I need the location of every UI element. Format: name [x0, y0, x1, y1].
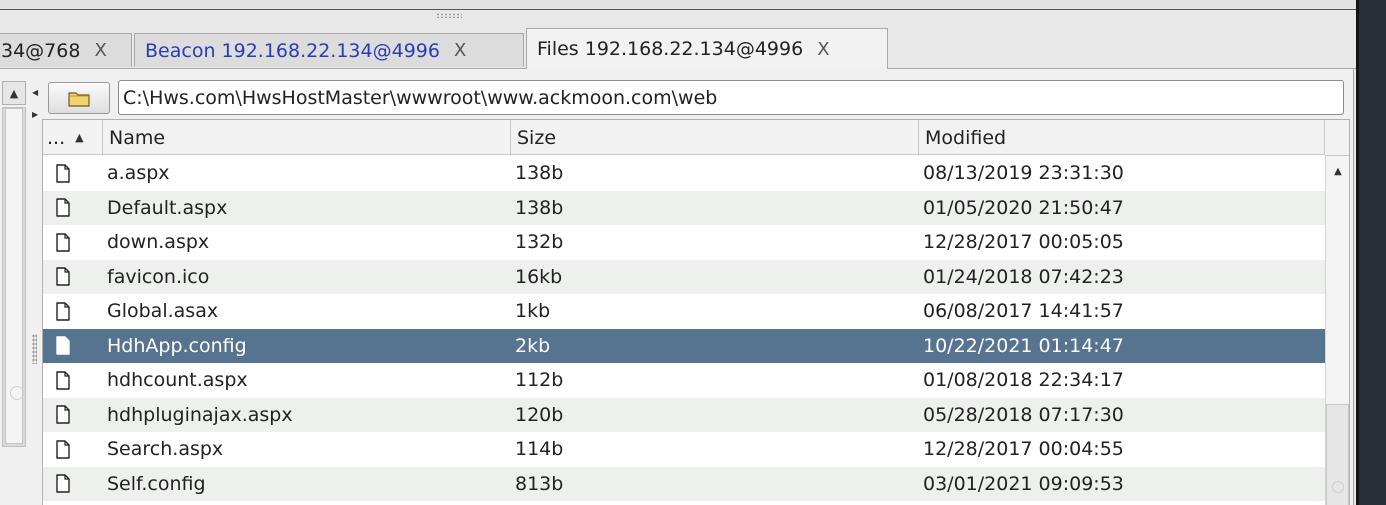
file-size: 813b — [515, 472, 564, 495]
grip-icon — [1332, 481, 1344, 493]
table-row[interactable]: Global.asax 1kb 06/08/2017 14:41:57 — [43, 294, 1325, 329]
file-name: hdhpluginajax.aspx — [107, 403, 293, 426]
tab-close-button[interactable]: X — [454, 40, 466, 61]
table-row[interactable]: a.aspx 138b 08/13/2019 23:31:30 — [43, 156, 1325, 191]
top-pane-edge — [0, 0, 1356, 10]
file-icon — [51, 225, 75, 260]
file-name: Global.asax — [107, 300, 219, 323]
file-modified: 01/08/2018 22:34:17 — [923, 369, 1124, 392]
tab-files[interactable]: Files 192.168.22.134@4996 X — [526, 28, 888, 69]
table-row[interactable]: Search.aspx 114b 12/28/2017 00:04:55 — [43, 432, 1325, 467]
file-modified: 10/22/2021 01:14:47 — [923, 334, 1124, 357]
table-header: ... ▲ Name Size Modified — [43, 120, 1325, 155]
file-name: Default.aspx — [107, 196, 228, 219]
file-size: 120b — [515, 403, 564, 426]
file-size: 16kb — [515, 265, 563, 288]
file-icon — [51, 260, 75, 295]
tab-label: 34@768 — [1, 39, 81, 62]
column-header-name[interactable]: Name — [103, 120, 511, 155]
file-modified: 08/13/2019 23:31:30 — [923, 162, 1124, 185]
tree-scrollbar[interactable] — [2, 107, 26, 447]
file-icon — [51, 432, 75, 467]
tree-splitter[interactable]: ◀ ▶ — [30, 79, 40, 505]
expand-right-icon[interactable]: ▶ — [32, 111, 38, 119]
file-modified: 12/28/2017 00:05:05 — [923, 231, 1124, 254]
file-modified: 05/28/2018 07:17:30 — [923, 403, 1124, 426]
tree-scroll-up-button[interactable]: ▲ — [2, 81, 26, 105]
file-icon — [51, 294, 75, 329]
collapse-left-icon[interactable]: ◀ — [32, 89, 38, 97]
table-row[interactable]: hdhcount.aspx 112b 01/08/2018 22:34:17 — [43, 363, 1325, 398]
file-name: favicon.ico — [107, 265, 210, 288]
table-row[interactable]: Self.config 813b 03/01/2021 09:09:53 — [43, 466, 1325, 502]
file-modified: 03/01/2021 09:09:53 — [923, 472, 1124, 495]
path-input[interactable] — [118, 80, 1344, 115]
file-size: 138b — [515, 162, 564, 185]
table-scrollbar[interactable]: ▲ — [1325, 156, 1349, 505]
splitter-grip-icon — [32, 334, 37, 364]
file-icon — [51, 363, 75, 398]
file-icon — [51, 191, 75, 226]
file-icon — [51, 329, 75, 364]
arrow-up-icon[interactable]: ▲ — [1329, 160, 1347, 182]
directory-tree-pane: ▲ — [0, 79, 30, 505]
table-row[interactable]: Default.aspx 138b 01/05/2020 21:50:47 — [43, 190, 1325, 226]
file-icon — [51, 398, 75, 433]
file-size: 112b — [515, 369, 564, 392]
file-name: a.aspx — [107, 162, 170, 185]
sort-ascending-icon: ▲ — [75, 131, 84, 144]
file-name: Self.config — [107, 472, 206, 495]
table-row[interactable]: down.aspx 132b 12/28/2017 00:05:05 — [43, 225, 1325, 260]
file-name: down.aspx — [107, 231, 210, 254]
tab-bar: 34@768 X Beacon 192.168.22.134@4996 X Fi… — [0, 28, 1356, 69]
file-size: 138b — [515, 196, 564, 219]
column-header-type[interactable]: ... ▲ — [43, 120, 103, 155]
pane-splitter-grip[interactable] — [436, 13, 462, 18]
column-header-size[interactable]: Size — [511, 120, 919, 155]
table-row[interactable]: hdhpluginajax.aspx 120b 05/28/2018 07:17:3… — [43, 397, 1325, 433]
file-modified: 01/05/2020 21:50:47 — [923, 196, 1124, 219]
tab-label: Beacon 192.168.22.134@4996 — [145, 39, 440, 62]
file-size: 114b — [515, 438, 564, 461]
file-modified: 01/24/2018 07:42:23 — [923, 265, 1124, 288]
file-icon — [51, 156, 75, 191]
file-table: ... ▲ Name Size Modified a.aspx 138b 08/13… — [42, 119, 1350, 505]
file-browser-panel: ▲ ◀ ▶ ... ▲ Name Size — [0, 69, 1354, 505]
folder-icon — [68, 91, 90, 107]
file-modified: 06/08/2017 14:41:57 — [923, 300, 1124, 323]
file-name: hdhcount.aspx — [107, 369, 248, 392]
file-name: Search.aspx — [107, 438, 224, 461]
tab-close-button[interactable]: X — [817, 39, 829, 60]
tab-session[interactable]: 34@768 X — [0, 33, 132, 67]
tab-beacon[interactable]: Beacon 192.168.22.134@4996 X — [134, 33, 524, 67]
tab-close-button[interactable]: X — [94, 40, 106, 61]
column-header-modified[interactable]: Modified — [919, 120, 1325, 155]
table-body: a.aspx 138b 08/13/2019 23:31:30 Default.asp… — [43, 156, 1325, 501]
file-name: HdhApp.config — [107, 334, 247, 357]
file-size: 1kb — [515, 300, 551, 323]
file-icon — [51, 467, 75, 502]
browse-folder-button[interactable] — [48, 82, 110, 114]
tab-label: Files 192.168.22.134@4996 — [537, 38, 804, 60]
grip-icon — [10, 386, 24, 400]
file-modified: 12/28/2017 00:04:55 — [923, 438, 1124, 461]
window-edge — [1356, 0, 1386, 505]
table-scrollbar-thumb[interactable] — [1326, 404, 1349, 505]
table-row[interactable]: favicon.ico 16kb 01/24/2018 07:42:23 — [43, 259, 1325, 295]
table-row[interactable]: HdhApp.config 2kb 10/22/2021 01:14:47 — [43, 328, 1325, 364]
arrow-up-icon: ▲ — [9, 86, 19, 100]
tree-scrollbar-thumb[interactable] — [5, 108, 24, 444]
file-size: 132b — [515, 231, 564, 254]
header-corner — [1325, 120, 1349, 156]
file-size: 2kb — [515, 334, 551, 357]
